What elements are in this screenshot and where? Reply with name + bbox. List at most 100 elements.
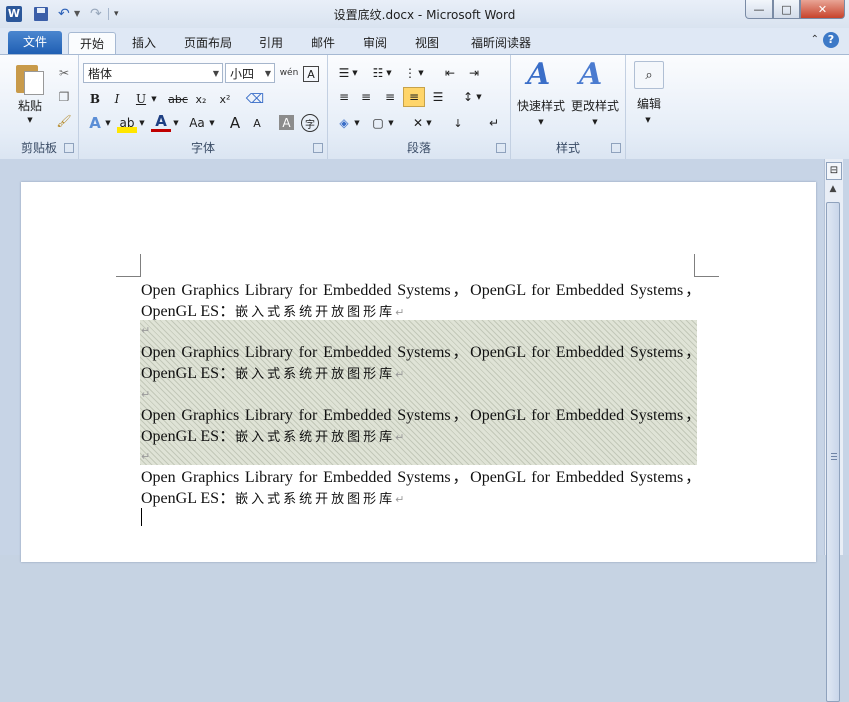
enclose-characters-button[interactable]: 字 xyxy=(301,114,319,132)
paragraph-mark: ↵ xyxy=(395,493,405,506)
paragraph-mark: ↵ xyxy=(395,368,405,381)
borders-dropdown-icon[interactable]: ▼ xyxy=(386,113,396,133)
subscript-button[interactable]: x₂ xyxy=(191,89,211,109)
paragraph-launcher-icon[interactable] xyxy=(496,143,506,153)
text-effects-icon[interactable]: A xyxy=(85,113,105,133)
tab-view[interactable]: 视图 xyxy=(408,32,446,54)
paragraph-line: OpenGL ES：嵌入式系统开放图形库↵ xyxy=(141,488,701,510)
font-name-value: 楷体 xyxy=(88,67,113,81)
font-group: 楷体 ▼ 小四 ▼ wén A B I U ▼ abc x₂ x² ⌫ A ▼ … xyxy=(79,55,328,159)
minimize-button[interactable]: — xyxy=(745,0,773,19)
text-effects-dropdown-icon[interactable]: ▼ xyxy=(103,113,113,133)
shading-dropdown-icon[interactable]: ▼ xyxy=(352,113,362,133)
ribbon: 粘贴 ▼ ✂ ❐ 🖌 剪贴板 楷体 ▼ 小四 ▼ wén A B I U ▼ a… xyxy=(0,54,849,160)
scroll-up-icon[interactable]: ▲ xyxy=(826,184,840,200)
change-case-button[interactable]: Aa xyxy=(185,113,209,133)
tab-mailings[interactable]: 邮件 xyxy=(304,32,342,54)
decrease-indent-icon[interactable]: ⇤ xyxy=(440,63,460,83)
copy-icon[interactable]: ❐ xyxy=(54,87,74,107)
window-title: 设置底纹.docx - Microsoft Word xyxy=(333,8,516,22)
editing-dropdown-icon[interactable]: ▼ xyxy=(642,115,654,125)
change-styles-button[interactable]: 更改样式 xyxy=(567,97,623,113)
shrink-font-button[interactable]: A xyxy=(247,113,267,133)
font-group-label: 字体 xyxy=(190,141,215,155)
quick-styles-button[interactable]: 快速样式 xyxy=(513,97,569,113)
shading-icon[interactable]: ◈ xyxy=(334,113,354,133)
strikethrough-button[interactable]: abc xyxy=(167,89,189,109)
tab-references[interactable]: 引用 xyxy=(252,32,290,54)
paragraph[interactable]: Open Graphics Library for Embedded Syste… xyxy=(141,467,701,510)
font-name-combo[interactable]: 楷体 ▼ xyxy=(83,63,223,83)
chinese-layout-dropdown-icon[interactable]: ▼ xyxy=(424,113,434,133)
paragraph-line: OpenGL ES：嵌入式系统开放图形库↵ xyxy=(141,363,701,385)
paragraph[interactable]: Open Graphics Library for Embedded Syste… xyxy=(141,405,701,448)
show-marks-icon[interactable]: ↵ xyxy=(484,113,504,133)
cut-icon[interactable]: ✂ xyxy=(54,63,74,83)
numbering-dropdown-icon[interactable]: ▼ xyxy=(384,63,394,83)
paste-icon[interactable] xyxy=(16,61,44,95)
help-icon[interactable]: ? xyxy=(823,32,839,48)
paragraph[interactable]: Open Graphics Library for Embedded Syste… xyxy=(141,280,701,323)
highlight-dropdown-icon[interactable]: ▼ xyxy=(137,113,147,133)
font-launcher-icon[interactable] xyxy=(313,143,323,153)
paragraph-mark: ↵ xyxy=(395,431,405,444)
quick-styles-icon[interactable]: A xyxy=(527,57,550,92)
change-styles-dropdown-icon[interactable]: ▼ xyxy=(589,117,601,127)
tab-home[interactable]: 开始 xyxy=(68,32,116,55)
bullets-dropdown-icon[interactable]: ▼ xyxy=(350,63,360,83)
align-right-icon[interactable]: ≡ xyxy=(380,87,400,107)
character-shading-button[interactable]: A xyxy=(279,115,294,130)
distributed-icon[interactable]: ☰ xyxy=(428,87,448,107)
align-center-icon[interactable]: ≡ xyxy=(356,87,376,107)
bold-button[interactable]: B xyxy=(85,89,105,109)
character-border-icon[interactable]: A xyxy=(303,66,319,82)
grow-font-button[interactable]: A xyxy=(225,113,245,133)
empty-paragraph-mark: ↵ xyxy=(141,450,151,463)
close-button[interactable]: ✕ xyxy=(800,0,845,19)
paste-button[interactable]: 粘贴 xyxy=(10,97,50,113)
increase-indent-icon[interactable]: ⇥ xyxy=(464,63,484,83)
quick-styles-dropdown-icon[interactable]: ▼ xyxy=(535,117,547,127)
line-spacing-dropdown-icon[interactable]: ▼ xyxy=(474,87,484,107)
clipboard-launcher-icon[interactable] xyxy=(64,143,74,153)
collapse-ribbon-icon[interactable]: ⌃ xyxy=(811,34,819,45)
font-color-dropdown-icon[interactable]: ▼ xyxy=(171,113,181,133)
chevron-down-icon[interactable]: ▼ xyxy=(213,64,219,84)
editing-group: ⌕ 编辑 ▼ xyxy=(626,55,672,159)
paragraph[interactable]: Open Graphics Library for Embedded Syste… xyxy=(141,342,701,385)
font-color-button[interactable]: A xyxy=(151,112,171,132)
styles-group-label: 样式 xyxy=(555,141,580,155)
maximize-button[interactable]: □ xyxy=(773,0,800,19)
styles-launcher-icon[interactable] xyxy=(611,143,621,153)
tab-file[interactable]: 文件 xyxy=(8,31,62,54)
paste-dropdown-icon[interactable]: ▼ xyxy=(24,115,36,125)
underline-button[interactable]: U xyxy=(131,89,151,109)
scrollbar-thumb[interactable] xyxy=(826,202,840,702)
change-styles-icon[interactable]: A xyxy=(579,57,602,92)
tab-page-layout[interactable]: 页面布局 xyxy=(177,32,239,54)
multilevel-dropdown-icon[interactable]: ▼ xyxy=(416,63,426,83)
tab-insert[interactable]: 插入 xyxy=(124,32,164,54)
borders-icon[interactable]: ▢ xyxy=(368,113,388,133)
editing-button[interactable]: 编辑 xyxy=(628,95,670,111)
binoculars-icon[interactable]: ⌕ xyxy=(634,61,664,89)
highlight-icon[interactable]: ab xyxy=(117,113,137,133)
clear-formatting-icon[interactable]: ⌫ xyxy=(245,89,265,109)
paragraph-line: Open Graphics Library for Embedded Syste… xyxy=(141,469,701,486)
align-left-icon[interactable]: ≡ xyxy=(334,87,354,107)
paragraph-mark: ↵ xyxy=(395,306,405,319)
italic-button[interactable]: I xyxy=(107,89,127,109)
tab-foxit-reader[interactable]: 福昕阅读器 xyxy=(462,32,540,54)
sort-icon[interactable]: ↓ xyxy=(448,113,468,133)
font-size-combo[interactable]: 小四 ▼ xyxy=(225,63,275,83)
underline-dropdown-icon[interactable]: ▼ xyxy=(149,89,159,109)
superscript-button[interactable]: x² xyxy=(215,89,235,109)
view-ruler-icon[interactable]: ⊟ xyxy=(826,162,842,180)
tab-review[interactable]: 审阅 xyxy=(356,32,394,54)
phonetic-guide-icon[interactable]: wén xyxy=(279,63,299,83)
justify-icon[interactable]: ≡ xyxy=(403,87,425,107)
chevron-down-icon[interactable]: ▼ xyxy=(265,64,271,84)
format-painter-icon[interactable]: 🖌 xyxy=(54,111,74,131)
empty-paragraph-mark: ↵ xyxy=(141,388,151,401)
change-case-dropdown-icon[interactable]: ▼ xyxy=(207,113,217,133)
